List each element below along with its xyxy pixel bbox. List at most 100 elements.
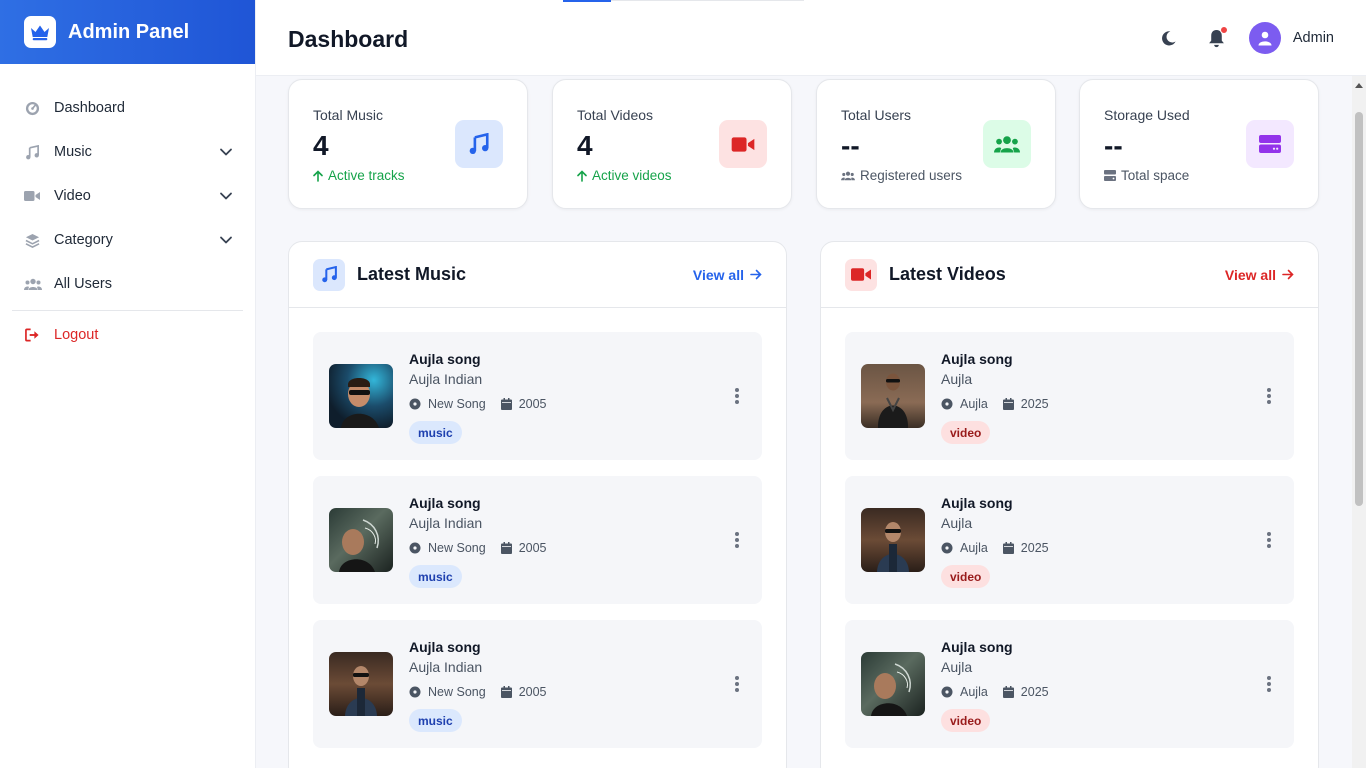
arrow-right-icon [750,269,762,280]
album-cover-image [329,652,393,716]
item-title: Aujla song [409,495,481,511]
top-header: Dashboard Admin [256,0,1366,76]
sidebar-item-all-users[interactable]: All Users [12,262,243,306]
more-options-icon[interactable] [732,532,742,548]
item-meta: Aujla 2025 [941,541,1049,555]
disc-icon [941,398,953,410]
item-meta: Aujla 2025 [941,685,1049,699]
page-title: Dashboard [288,26,409,52]
notification-dot [1219,26,1228,34]
panel-title: Latest Music [357,264,467,284]
user-name[interactable]: Admin [1293,30,1334,46]
item-artist: Aujla Indian [409,515,483,531]
arrow-up-icon [313,169,323,182]
users-icon [24,276,42,292]
item-album: New Song [428,397,486,411]
type-badge: music [409,565,462,588]
hard-drive-icon [1104,170,1116,181]
more-options-icon[interactable] [1264,388,1274,404]
sidebar-item-dashboard[interactable]: Dashboard [12,86,243,130]
view-all-label: View all [1224,266,1276,283]
stat-value: -- [1104,130,1123,161]
stats-row: Total Music 4 Active tracks Total Videos… [288,79,1319,209]
sidebar: Admin Panel Dashboard Music Video Catego… [0,0,256,768]
video-list-item[interactable]: Aujla song Aujla Aujla 2025 video [845,332,1294,460]
stat-subtitle: Registered users [841,168,962,183]
item-year: 2005 [518,685,547,699]
view-all-label: View all [692,266,744,283]
more-options-icon[interactable] [732,676,742,692]
stat-card-total-users[interactable]: Total Users -- Registered users [816,79,1056,209]
video-list-item[interactable]: Aujla song Aujla Aujla 2025 video [845,620,1294,748]
calendar-icon [1002,686,1014,698]
chevron-down-icon[interactable] [219,189,233,203]
video-thumbnail-image [861,364,925,428]
stat-title: Total Music [313,107,384,123]
stat-subtitle: Active tracks [313,168,405,183]
panel-title: Latest Videos [889,264,1006,284]
music-list-item[interactable]: Aujla song Aujla Indian New Song 2005 mu… [313,620,762,748]
users-icon [983,120,1031,168]
avatar[interactable] [1248,22,1281,54]
chevron-down-icon[interactable] [219,233,233,247]
item-year: 2005 [518,397,547,411]
more-options-icon[interactable] [1264,676,1274,692]
music-list: Aujla song Aujla Indian New Song 2005 mu… [289,308,786,748]
video-camera-icon [24,188,40,204]
item-album: New Song [428,685,486,699]
stat-title: Storage Used [1104,107,1190,123]
sidebar-item-label: Video [54,188,91,204]
stat-value: 4 [313,130,329,161]
more-options-icon[interactable] [1264,532,1274,548]
view-all-music-link[interactable]: View all [693,267,762,283]
chevron-down-icon[interactable] [219,145,233,159]
arrow-right-icon [1282,269,1294,280]
music-list-item[interactable]: Aujla song Aujla Indian New Song 2005 mu… [313,332,762,460]
stat-card-total-music[interactable]: Total Music 4 Active tracks [288,79,528,209]
stat-subtitle-text: Active videos [592,168,672,183]
sidebar-divider [12,310,243,311]
header-actions: Admin [1157,22,1334,54]
crown-icon [24,16,56,48]
sidebar-item-music[interactable]: Music [12,130,243,174]
stat-subtitle: Active videos [577,168,672,183]
item-year: 2025 [1020,541,1049,555]
gauge-icon [24,100,40,116]
video-list-item[interactable]: Aujla song Aujla Aujla 2025 video [845,476,1294,604]
music-list-item[interactable]: Aujla song Aujla Indian New Song 2005 mu… [313,476,762,604]
stat-value: -- [841,130,860,161]
stat-card-storage-used[interactable]: Storage Used -- Total space [1079,79,1319,209]
stat-title: Total Videos [577,107,654,123]
sidebar-item-label: All Users [54,276,113,292]
item-year: 2025 [1020,685,1049,699]
item-meta: New Song 2005 [409,685,547,699]
scroll-up-arrow-icon[interactable] [1355,83,1363,88]
video-thumbnail-image [861,508,925,572]
stat-card-total-videos[interactable]: Total Videos 4 Active videos [552,79,792,209]
notifications-button[interactable] [1205,26,1229,50]
sidebar-item-label: Dashboard [54,100,125,116]
brand-header[interactable]: Admin Panel [0,0,255,64]
item-title: Aujla song [941,495,1013,511]
item-meta: New Song 2005 [409,397,547,411]
album-cover-image [329,364,393,428]
page-scrollbar[interactable] [1352,76,1366,768]
brand-title: Admin Panel [68,20,190,43]
item-album: Aujla [960,397,988,411]
theme-toggle-button[interactable] [1157,26,1181,50]
latest-videos-panel: Latest Videos View all Aujla song Aujla … [820,241,1319,768]
type-badge: video [941,709,991,732]
logout-button[interactable]: Logout [12,313,243,357]
sidebar-item-video[interactable]: Video [12,174,243,218]
sign-out-icon [24,327,40,343]
sidebar-item-label: Music [54,144,92,160]
stat-subtitle-text: Active tracks [328,168,405,183]
disc-icon [409,686,421,698]
more-options-icon[interactable] [732,388,742,404]
logout-label: Logout [54,327,99,343]
view-all-videos-link[interactable]: View all [1225,267,1294,283]
item-album: Aujla [960,541,988,555]
scrollbar-thumb[interactable] [1355,112,1363,506]
calendar-icon [500,398,512,410]
sidebar-item-category[interactable]: Category [12,218,243,262]
